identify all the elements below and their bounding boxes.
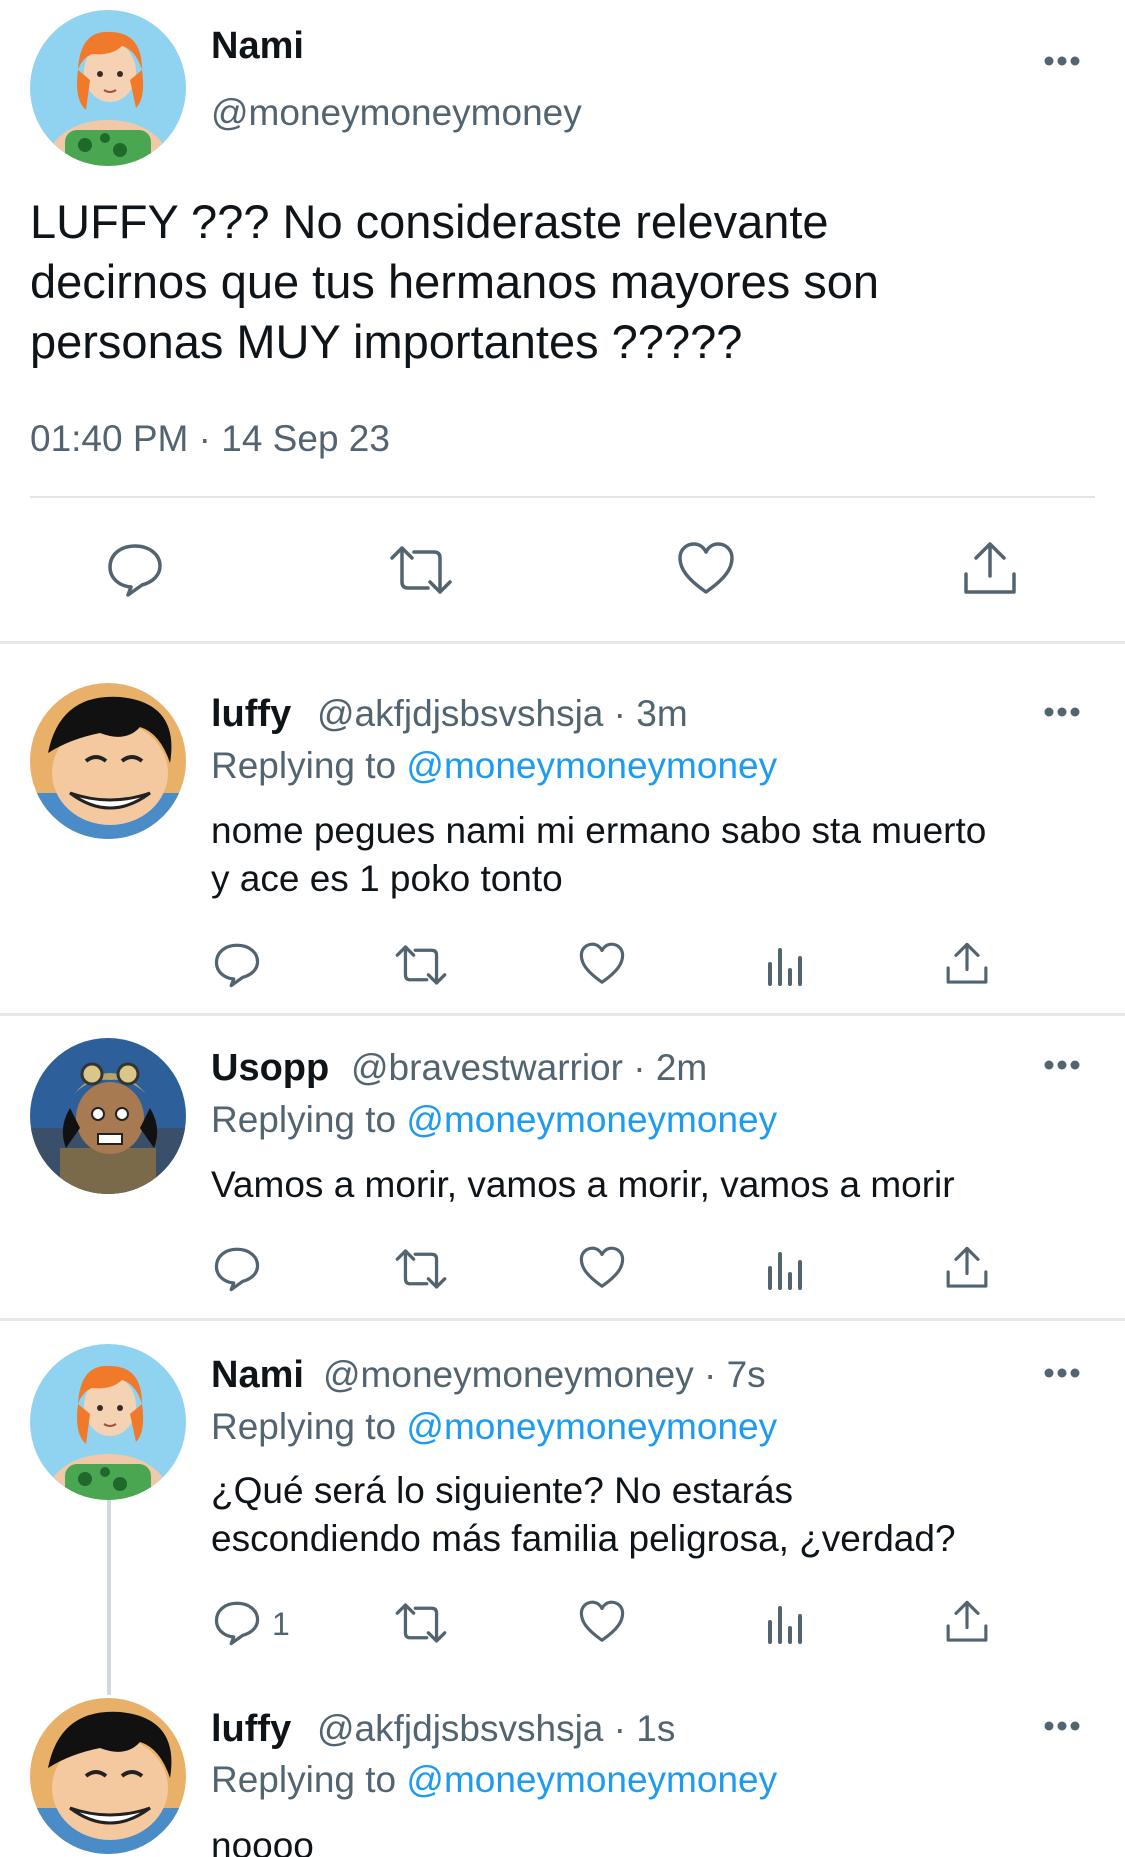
replying-to-label: Replying to: [211, 745, 397, 786]
tweet-timestamp: 01:40 PM · 14 Sep 23: [30, 418, 390, 459]
like-icon[interactable]: [578, 941, 626, 987]
avatar-nami[interactable]: [30, 1344, 186, 1500]
like-icon[interactable]: [578, 1245, 626, 1291]
reply-count: 1: [272, 1606, 290, 1642]
mention-link[interactable]: @moneymoneymoney: [406, 745, 777, 786]
reply-author-meta[interactable]: @akfjdjsbsvshsja · 1s: [317, 1708, 675, 1750]
reply-icon[interactable]: [213, 942, 261, 988]
reply-text: noooo: [211, 1825, 314, 1857]
tweet-text: LUFFY ??? No consideraste relevante deci…: [30, 195, 880, 368]
replying-to-label: Replying to: [211, 1406, 397, 1447]
reply-author-name[interactable]: Nami: [211, 1354, 304, 1397]
avatar-luffy[interactable]: [30, 1698, 186, 1854]
mention-link[interactable]: @moneymoneymoney: [406, 1099, 777, 1140]
reply-icon[interactable]: [106, 542, 164, 598]
like-icon[interactable]: [676, 540, 736, 598]
mention-link[interactable]: @moneymoneymoney: [406, 1406, 777, 1447]
avatar-nami[interactable]: [30, 10, 186, 166]
mention-link[interactable]: @moneymoneymoney: [406, 1759, 777, 1800]
replying-to-line: Replying to @moneymoneymoney: [211, 1406, 777, 1448]
replying-to-label: Replying to: [211, 1099, 397, 1140]
reply-author-name[interactable]: luffy: [211, 693, 291, 736]
more-options-icon[interactable]: [1042, 1366, 1082, 1380]
retweet-icon[interactable]: [388, 542, 454, 598]
reply-icon[interactable]: [213, 1600, 261, 1646]
avatar-luffy[interactable]: [30, 683, 186, 839]
section-divider: [0, 1318, 1125, 1321]
author-name[interactable]: Nami: [211, 25, 304, 68]
author-handle[interactable]: @moneymoneymoney: [211, 92, 582, 134]
more-options-icon[interactable]: [1042, 1058, 1082, 1072]
share-icon[interactable]: [945, 1245, 989, 1291]
more-options-icon[interactable]: [1042, 705, 1082, 719]
reply-text: ¿Qué será lo siguiente? No estarás escon…: [211, 1470, 956, 1559]
replying-to-line: Replying to @moneymoneymoney: [211, 1099, 777, 1141]
section-divider: [0, 1013, 1125, 1016]
section-divider: [0, 641, 1125, 644]
retweet-icon[interactable]: [394, 942, 448, 988]
reply-text: Vamos a morir, vamos a morir, vamos a mo…: [211, 1164, 955, 1205]
replying-to-label: Replying to: [211, 1759, 397, 1800]
replying-to-line: Replying to @moneymoneymoney: [211, 745, 777, 787]
analytics-icon[interactable]: [766, 1602, 806, 1644]
reply-author-name[interactable]: Usopp: [211, 1047, 329, 1090]
avatar-usopp[interactable]: [30, 1038, 186, 1194]
share-icon[interactable]: [945, 941, 989, 987]
retweet-icon[interactable]: [394, 1246, 448, 1292]
analytics-icon[interactable]: [766, 944, 806, 986]
analytics-icon[interactable]: [766, 1248, 806, 1290]
reply-author-name[interactable]: luffy: [211, 1708, 291, 1751]
more-options-icon[interactable]: [1042, 54, 1082, 68]
reply-author-meta[interactable]: @moneymoneymoney · 7s: [323, 1354, 766, 1396]
reply-icon[interactable]: [213, 1246, 261, 1292]
share-icon[interactable]: [962, 540, 1018, 598]
like-icon[interactable]: [578, 1599, 626, 1645]
thread-connector-line: [107, 1500, 111, 1695]
timestamp-divider: [30, 496, 1095, 498]
tweet-thread-page: Nami @moneymoneymoney LUFFY ??? No consi…: [0, 0, 1125, 1857]
reply-author-meta[interactable]: @bravestwarrior · 2m: [351, 1047, 707, 1089]
share-icon[interactable]: [945, 1599, 989, 1645]
replying-to-line: Replying to @moneymoneymoney: [211, 1759, 777, 1801]
retweet-icon[interactable]: [394, 1600, 448, 1646]
reply-text: nome pegues nami mi ermano sabo sta muer…: [211, 810, 987, 899]
reply-author-meta[interactable]: @akfjdjsbsvshsja · 3m: [317, 693, 688, 735]
more-options-icon[interactable]: [1042, 1719, 1082, 1733]
